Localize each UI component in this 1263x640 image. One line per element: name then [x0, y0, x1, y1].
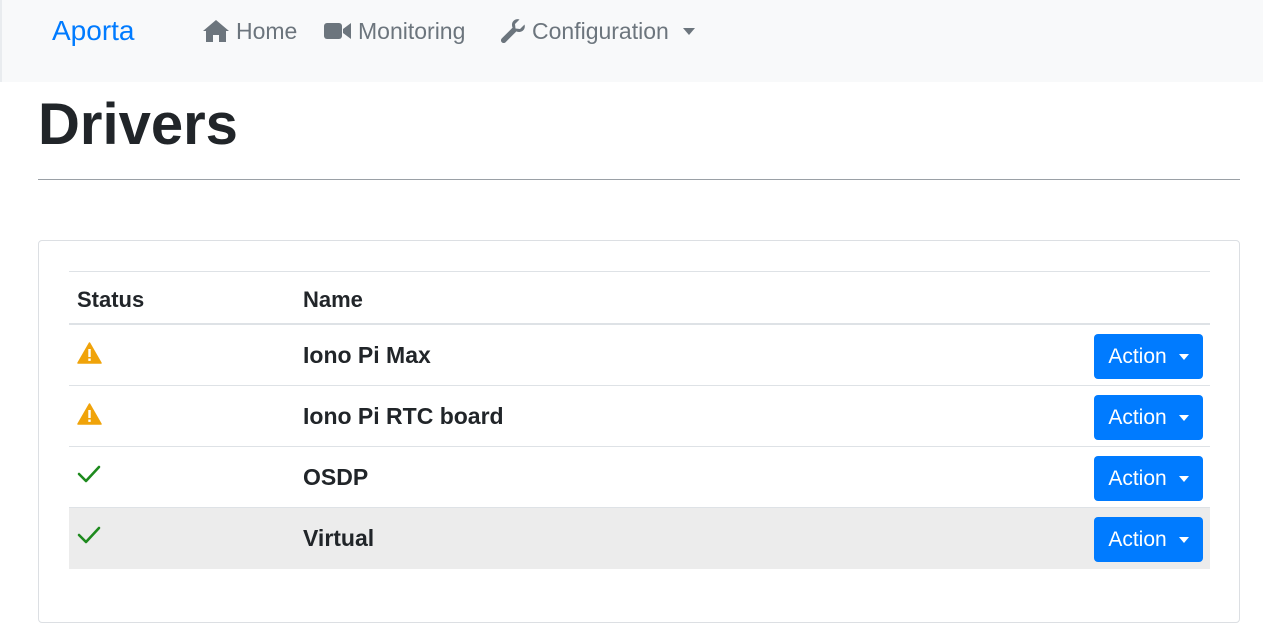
home-icon — [203, 20, 229, 42]
video-camera-icon — [324, 23, 351, 39]
nav-home-label: Home — [236, 17, 298, 44]
action-dropdown-button[interactable]: Action — [1094, 395, 1203, 440]
driver-name: Iono Pi RTC board — [303, 403, 504, 429]
action-button-label: Action — [1108, 527, 1167, 551]
caret-down-icon — [1178, 536, 1189, 543]
driver-name: Virtual — [303, 525, 375, 551]
caret-down-icon — [1178, 414, 1189, 421]
title-divider — [38, 179, 1240, 180]
action-button-label: Action — [1108, 344, 1167, 368]
table-row: Iono Pi RTC board Action — [69, 386, 1210, 447]
action-button-label: Action — [1108, 466, 1167, 490]
drivers-card: Status Name Iono Pi Max Action Iono Pi R… — [38, 240, 1240, 623]
table-row: OSDP Action — [69, 447, 1210, 508]
action-button-label: Action — [1108, 405, 1167, 429]
nav-monitoring-link[interactable]: Monitoring — [324, 14, 465, 48]
status-column-header: Status — [77, 287, 145, 312]
checkmark-icon — [77, 464, 101, 488]
name-column-header: Name — [303, 287, 363, 312]
top-navbar: Aporta Home Monitoring Configuration — [0, 0, 1263, 82]
chevron-down-icon — [682, 27, 695, 35]
nav-configuration-dropdown[interactable]: Configuration — [500, 14, 695, 48]
table-row: Iono Pi Max Action — [69, 325, 1210, 386]
caret-down-icon — [1178, 353, 1189, 360]
action-dropdown-button[interactable]: Action — [1094, 334, 1203, 379]
warning-icon — [77, 403, 102, 427]
nav-monitoring-label: Monitoring — [358, 17, 466, 44]
page-title: Drivers — [38, 92, 238, 157]
nav-configuration-label: Configuration — [532, 17, 669, 44]
driver-name: Iono Pi Max — [303, 342, 431, 368]
checkmark-icon — [77, 525, 101, 549]
brand-link[interactable]: Aporta — [52, 12, 135, 50]
nav-home-link[interactable]: Home — [202, 14, 297, 48]
driver-name: OSDP — [303, 464, 369, 490]
table-header: Status Name — [69, 271, 1210, 325]
action-dropdown-button[interactable]: Action — [1094, 456, 1203, 501]
wrench-icon — [500, 19, 525, 43]
table-row: Virtual Action — [69, 508, 1210, 569]
action-dropdown-button[interactable]: Action — [1094, 517, 1203, 562]
caret-down-icon — [1178, 475, 1189, 482]
drivers-table: Status Name Iono Pi Max Action Iono Pi R… — [69, 271, 1210, 569]
warning-icon — [77, 342, 102, 366]
